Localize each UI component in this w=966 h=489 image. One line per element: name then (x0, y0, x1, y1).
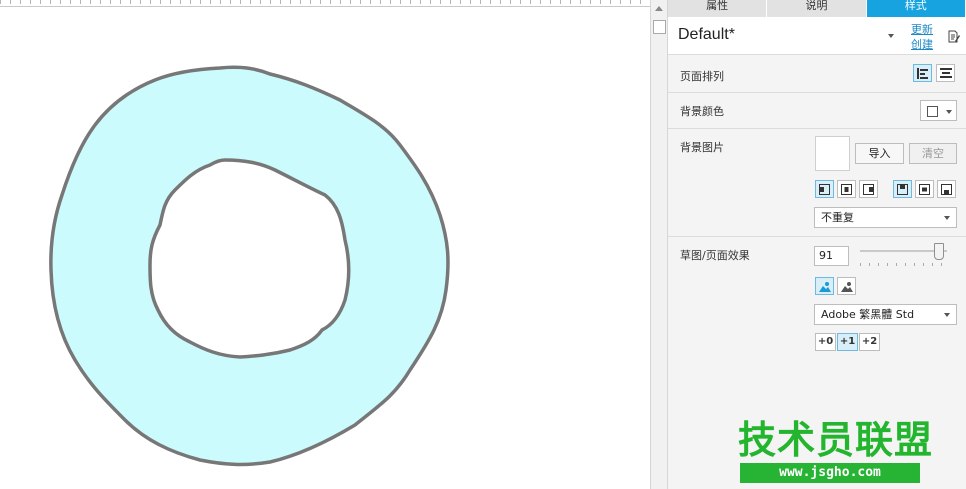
sketch-font-value: Adobe 繁黑體 Std (821, 308, 915, 321)
sketch-slider-ticks (860, 263, 947, 266)
align-left-button[interactable] (913, 64, 932, 82)
watermark-url: www.jsgho.com (740, 463, 920, 483)
donut-shape[interactable] (0, 0, 650, 489)
import-image-button[interactable]: 导入 (855, 143, 904, 164)
image-halign-left-button[interactable] (815, 180, 834, 198)
chevron-down-icon (944, 313, 950, 317)
align-center-button[interactable] (936, 64, 955, 82)
grayscale-mode-button[interactable] (837, 277, 856, 295)
sketch-label: 草图/页面效果 (680, 249, 750, 262)
line-offset-2-button[interactable]: +2 (859, 333, 880, 351)
color-swatch (927, 106, 938, 117)
image-valign-bottom-button[interactable] (937, 180, 956, 198)
page-style-selector[interactable]: Default* 更新 创建 (668, 17, 966, 55)
tab-style[interactable]: 样式 (866, 0, 966, 17)
align-center-icon (940, 68, 952, 78)
panel-tabs: 属性 说明 样式 (668, 0, 966, 17)
color-landscape-icon (819, 282, 831, 292)
image-halign-center-button[interactable] (837, 180, 856, 198)
bg-color-picker[interactable] (920, 100, 957, 121)
image-repeat-value: 不重复 (821, 211, 854, 224)
halign-left-icon (819, 184, 830, 195)
line-offset-0-button[interactable]: +0 (815, 333, 836, 351)
update-style-link[interactable]: 更新 (911, 21, 933, 37)
line-offset-1-button[interactable]: +1 (837, 333, 858, 351)
valign-bottom-icon (941, 184, 952, 195)
bg-image-preview[interactable] (815, 136, 850, 171)
page-align-label: 页面排列 (680, 70, 724, 83)
halign-right-icon (863, 184, 874, 195)
edit-style-icon[interactable] (948, 30, 960, 43)
tab-properties[interactable]: 属性 (668, 0, 768, 17)
app-window: 属性 说明 样式 Default* 更新 创建 页面排列 背景颜色 背景图片 导… (0, 0, 966, 489)
bg-color-label: 背景颜色 (680, 105, 724, 118)
inspector-panel: 属性 说明 样式 Default* 更新 创建 页面排列 背景颜色 背景图片 导… (668, 0, 966, 489)
sketch-amount-input[interactable]: 91 (814, 246, 849, 266)
page-style-name[interactable]: Default* (678, 26, 735, 44)
grayscale-landscape-icon (841, 282, 853, 292)
valign-middle-icon (919, 184, 930, 195)
sketch-slider-thumb[interactable] (934, 243, 945, 260)
page-align-section: 页面排列 (668, 56, 966, 93)
halign-center-icon (841, 184, 852, 195)
color-mode-button[interactable] (815, 277, 834, 295)
scroll-up-arrow-icon[interactable] (655, 6, 663, 11)
scrollbar-thumb[interactable] (653, 20, 666, 34)
bg-image-label: 背景图片 (680, 141, 724, 154)
create-style-link[interactable]: 创建 (911, 36, 933, 52)
align-left-icon (917, 68, 928, 79)
chevron-down-icon[interactable] (888, 34, 894, 38)
clear-image-button[interactable]: 清空 (909, 143, 957, 164)
tab-notes[interactable]: 说明 (767, 0, 867, 17)
valign-top-icon (897, 184, 908, 195)
chevron-down-icon (946, 110, 952, 114)
sketch-font-select[interactable]: Adobe 繁黑體 Std (814, 304, 957, 325)
watermark-logo-text: 技术员联盟 (738, 418, 934, 462)
image-valign-middle-button[interactable] (915, 180, 934, 198)
canvas-vertical-scrollbar[interactable] (650, 0, 668, 489)
canvas[interactable] (0, 0, 650, 489)
image-repeat-select[interactable]: 不重复 (814, 207, 957, 228)
chevron-down-icon (944, 216, 950, 220)
image-valign-top-button[interactable] (893, 180, 912, 198)
image-halign-right-button[interactable] (859, 180, 878, 198)
